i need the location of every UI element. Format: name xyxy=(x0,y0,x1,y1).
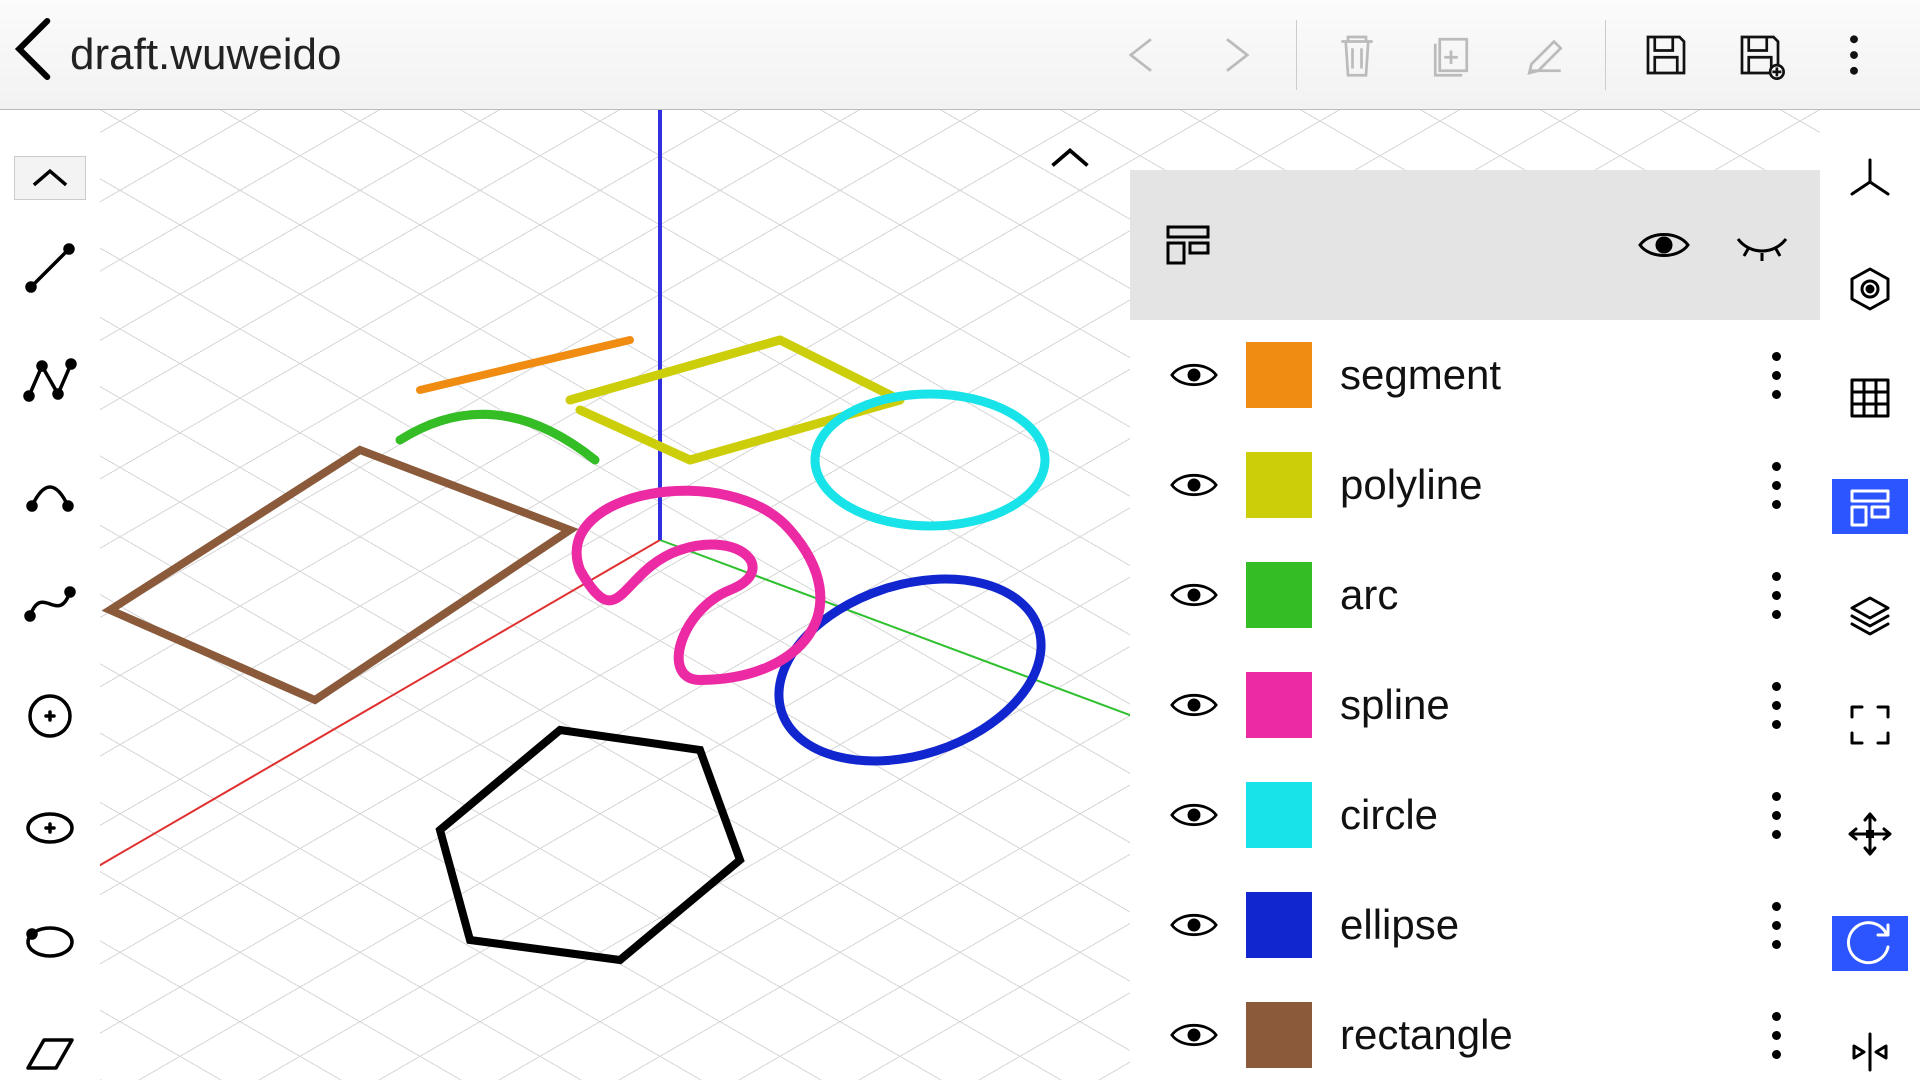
layer-color-swatch[interactable] xyxy=(1246,562,1312,628)
visibility-toggle-icon[interactable] xyxy=(1170,681,1218,729)
layer-menu-button[interactable] xyxy=(1756,567,1796,624)
layer-menu-button[interactable] xyxy=(1756,347,1796,404)
divider xyxy=(1605,20,1606,90)
mirror-button[interactable] xyxy=(1832,1025,1908,1080)
layers-structure-icon[interactable] xyxy=(1158,215,1218,275)
visibility-toggle-icon[interactable] xyxy=(1170,791,1218,839)
move-button[interactable] xyxy=(1832,807,1908,862)
hide-all-icon[interactable] xyxy=(1732,215,1792,275)
layer-label: segment xyxy=(1340,351,1728,399)
show-all-icon[interactable] xyxy=(1634,215,1694,275)
point-circle-tool[interactable] xyxy=(20,912,80,968)
layer-row[interactable]: segment xyxy=(1130,320,1820,430)
delete-button[interactable] xyxy=(1315,10,1399,100)
shape-arc[interactable] xyxy=(400,414,595,460)
grid-button[interactable] xyxy=(1832,370,1908,425)
layer-row[interactable]: spline xyxy=(1130,650,1820,760)
layer-color-swatch[interactable] xyxy=(1246,1002,1312,1068)
layers-toggle-button[interactable] xyxy=(1832,479,1908,534)
shape-hexagon[interactable] xyxy=(440,730,740,960)
shape-segment[interactable] xyxy=(420,340,630,390)
stack-button[interactable] xyxy=(1832,588,1908,643)
right-toolbar xyxy=(1820,110,1920,1080)
top-actions xyxy=(1100,10,1920,100)
rotate-button[interactable] xyxy=(1832,916,1908,971)
y-axis xyxy=(660,540,1170,730)
layers-panel: segment polyline arc spline circle ellip… xyxy=(1130,170,1820,1080)
x-axis xyxy=(100,540,660,900)
layer-color-swatch[interactable] xyxy=(1246,892,1312,958)
axes-view-button[interactable] xyxy=(1832,152,1908,207)
shape-rectangle[interactable] xyxy=(110,450,570,700)
layer-color-swatch[interactable] xyxy=(1246,342,1312,408)
layer-label: arc xyxy=(1340,571,1728,619)
arc-tool[interactable] xyxy=(20,464,80,520)
rectangle-tool[interactable] xyxy=(20,1024,80,1080)
redo-button[interactable] xyxy=(1194,10,1278,100)
visibility-toggle-icon[interactable] xyxy=(1170,901,1218,949)
panel-collapse-button[interactable] xyxy=(1040,138,1100,178)
left-toolbar xyxy=(0,110,100,1080)
layers-panel-header xyxy=(1130,170,1820,320)
layer-label: ellipse xyxy=(1340,901,1728,949)
layer-row[interactable]: rectangle xyxy=(1130,980,1820,1080)
line-tool[interactable] xyxy=(20,240,80,296)
visibility-toggle-icon[interactable] xyxy=(1170,1011,1218,1059)
layer-menu-button[interactable] xyxy=(1756,457,1796,514)
edit-button[interactable] xyxy=(1503,10,1587,100)
layer-menu-button[interactable] xyxy=(1756,787,1796,844)
layer-menu-button[interactable] xyxy=(1756,1007,1796,1064)
layer-label: circle xyxy=(1340,791,1728,839)
insert-frame-button[interactable] xyxy=(1409,10,1493,100)
layer-row[interactable]: circle xyxy=(1130,760,1820,870)
shape-circle[interactable] xyxy=(815,394,1045,526)
layer-row[interactable]: arc xyxy=(1130,540,1820,650)
shape-polyline[interactable] xyxy=(570,340,900,460)
visibility-toggle-icon[interactable] xyxy=(1170,461,1218,509)
layer-color-swatch[interactable] xyxy=(1246,782,1312,848)
save-button[interactable] xyxy=(1624,10,1708,100)
undo-button[interactable] xyxy=(1100,10,1184,100)
top-bar: draft.wuweido xyxy=(0,0,1920,110)
layer-color-swatch[interactable] xyxy=(1246,452,1312,518)
ellipse-tool[interactable] xyxy=(20,800,80,856)
layer-row[interactable]: ellipse xyxy=(1130,870,1820,980)
fullscreen-button[interactable] xyxy=(1832,698,1908,753)
layer-label: spline xyxy=(1340,681,1728,729)
layer-menu-button[interactable] xyxy=(1756,897,1796,954)
visibility-toggle-icon[interactable] xyxy=(1170,571,1218,619)
circle-tool[interactable] xyxy=(20,688,80,744)
back-button[interactable] xyxy=(0,14,70,96)
polyline-tool[interactable] xyxy=(20,352,80,408)
divider xyxy=(1296,20,1297,90)
spline-tool[interactable] xyxy=(20,576,80,632)
analyze-button[interactable] xyxy=(1832,261,1908,316)
save-as-button[interactable] xyxy=(1718,10,1802,100)
document-title: draft.wuweido xyxy=(70,30,341,80)
layer-color-swatch[interactable] xyxy=(1246,672,1312,738)
visibility-toggle-icon[interactable] xyxy=(1170,351,1218,399)
shape-ellipse[interactable] xyxy=(755,547,1064,792)
layer-label: rectangle xyxy=(1340,1011,1728,1059)
layer-menu-button[interactable] xyxy=(1756,677,1796,734)
layer-label: polyline xyxy=(1340,461,1728,509)
more-menu-button[interactable] xyxy=(1812,10,1896,100)
layer-row[interactable]: polyline xyxy=(1130,430,1820,540)
